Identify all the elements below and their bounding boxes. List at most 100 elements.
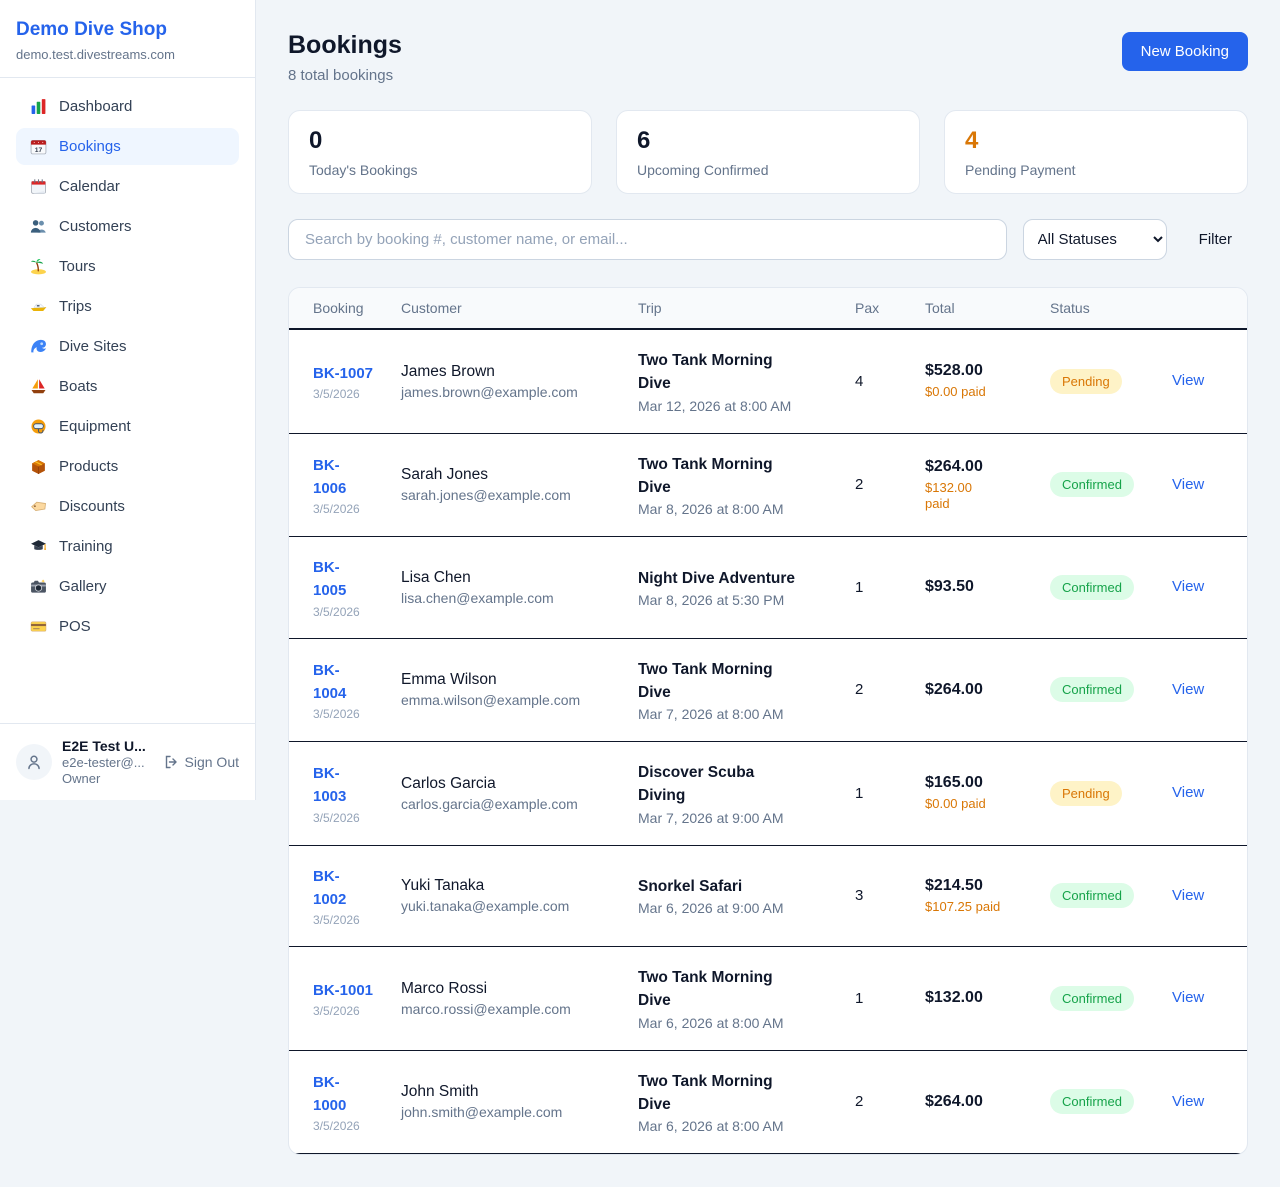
view-link[interactable]: View [1172, 372, 1204, 389]
trip-name: Two Tank Morning Dive [638, 453, 847, 500]
trip-datetime: Mar 6, 2026 at 8:00 AM [638, 1118, 847, 1134]
sidebar-item-label: Dive Sites [59, 338, 127, 355]
view-link[interactable]: View [1172, 1093, 1204, 1110]
wave-icon [30, 338, 47, 355]
booking-id-link[interactable]: BK- 1000 [313, 1071, 346, 1118]
sidebar-item[interactable]: Boats [16, 368, 239, 405]
shop-name[interactable]: Demo Dive Shop [16, 19, 239, 42]
pax-count: 2 [855, 1050, 925, 1154]
new-booking-button[interactable]: New Booking [1122, 32, 1248, 71]
customer-email: emma.wilson@example.com [401, 692, 630, 708]
customer-name: Emma Wilson [401, 671, 630, 689]
table-row: BK-1007 3/5/2026 James Brown james.brown… [289, 329, 1247, 433]
table-header-row: Booking Customer Trip Pax Total Status [289, 288, 1247, 329]
sidebar-item-label: Gallery [59, 578, 107, 595]
stat-card: 6 Upcoming Confirmed [616, 110, 920, 194]
total-amount: $214.50 [925, 877, 1042, 895]
booking-id-link[interactable]: BK- 1006 [313, 454, 346, 501]
sidebar-item[interactable]: Trips [16, 288, 239, 325]
customer-name: Sarah Jones [401, 466, 630, 484]
sidebar-item[interactable]: Tours [16, 248, 239, 285]
sidebar-item[interactable]: Products [16, 448, 239, 485]
sidebar-item[interactable]: Dashboard [16, 88, 239, 125]
paid-amount: $0.00 paid [925, 384, 1042, 400]
booking-date: 3/5/2026 [313, 387, 393, 401]
view-link[interactable]: View [1172, 681, 1204, 698]
trip-name: Two Tank Morning Dive [638, 349, 847, 396]
shop-domain: demo.test.divestreams.com [16, 47, 239, 62]
sidebar-item[interactable]: Customers [16, 208, 239, 245]
filters-row: All Statuses Filter [288, 219, 1248, 260]
booking-id-link[interactable]: BK- 1002 [313, 865, 346, 912]
stat-card: 0 Today's Bookings [288, 110, 592, 194]
sidebar-item[interactable]: Gallery [16, 568, 239, 605]
column-header-trip: Trip [638, 288, 855, 329]
view-link[interactable]: View [1172, 887, 1204, 904]
view-link[interactable]: View [1172, 578, 1204, 595]
sidebar-item[interactable]: Equipment [16, 408, 239, 445]
total-amount: $264.00 [925, 458, 1042, 476]
palm-island-icon [30, 258, 47, 275]
booking-id-link[interactable]: BK- 1004 [313, 659, 346, 706]
status-badge: Confirmed [1050, 883, 1134, 908]
speedboat-icon [30, 298, 47, 315]
customer-email: sarah.jones@example.com [401, 487, 630, 503]
svg-text:17: 17 [35, 147, 43, 154]
customer-email: james.brown@example.com [401, 384, 630, 400]
sidebar-item[interactable]: 17 Bookings [16, 128, 239, 165]
calendar-17-icon: 17 [30, 138, 47, 155]
paid-amount: $132.00 paid [925, 480, 1042, 513]
customer-email: john.smith@example.com [401, 1104, 630, 1120]
bookings-count: 8 total bookings [288, 67, 402, 84]
booking-id-link[interactable]: BK-1001 [313, 979, 373, 1002]
booking-id-link[interactable]: BK-1007 [313, 362, 373, 385]
sidebar-item-label: Boats [59, 378, 97, 395]
filter-button[interactable]: Filter [1183, 231, 1248, 248]
total-amount: $165.00 [925, 774, 1042, 792]
paid-amount: $0.00 paid [925, 796, 1042, 812]
booking-id-link[interactable]: BK- 1005 [313, 556, 346, 603]
user-email: e2e-tester@... [62, 755, 146, 770]
trip-name: Two Tank Morning Dive [638, 658, 847, 705]
customer-name: Marco Rossi [401, 980, 630, 998]
sidebar-item-label: Calendar [59, 178, 120, 195]
stat-label: Upcoming Confirmed [637, 162, 899, 178]
total-amount: $264.00 [925, 1093, 1042, 1111]
view-link[interactable]: View [1172, 989, 1204, 1006]
sidebar-item[interactable]: Discounts [16, 488, 239, 525]
customer-email: yuki.tanaka@example.com [401, 898, 630, 914]
sidebar-item[interactable]: Training [16, 528, 239, 565]
table-row: BK- 1004 3/5/2026 Emma Wilson emma.wilso… [289, 638, 1247, 742]
table-row: BK- 1005 3/5/2026 Lisa Chen lisa.chen@ex… [289, 537, 1247, 639]
table-row: BK- 1003 3/5/2026 Carlos Garcia carlos.g… [289, 742, 1247, 846]
sidebar-item-label: Trips [59, 298, 92, 315]
total-amount: $264.00 [925, 681, 1042, 699]
table-row: BK- 1006 3/5/2026 Sarah Jones sarah.jone… [289, 433, 1247, 537]
trip-datetime: Mar 12, 2026 at 8:00 AM [638, 398, 847, 414]
sidebar-item[interactable]: Calendar [16, 168, 239, 205]
trip-name: Two Tank Morning Dive [638, 1070, 847, 1117]
view-link[interactable]: View [1172, 476, 1204, 493]
status-filter-select[interactable]: All Statuses [1023, 219, 1167, 260]
page-header: Bookings 8 total bookings New Booking [288, 30, 1248, 84]
booking-date: 3/5/2026 [313, 707, 393, 721]
sidebar-item-label: Tours [59, 258, 96, 275]
column-header-pax: Pax [855, 288, 925, 329]
trip-datetime: Mar 6, 2026 at 9:00 AM [638, 900, 847, 916]
sidebar-item-label: POS [59, 618, 91, 635]
sign-out-button[interactable]: Sign Out [163, 754, 239, 770]
view-link[interactable]: View [1172, 784, 1204, 801]
main-content: Bookings 8 total bookings New Booking 0 … [256, 0, 1280, 1187]
search-input[interactable] [288, 219, 1007, 260]
sidebar-item-label: Dashboard [59, 98, 132, 115]
trip-datetime: Mar 8, 2026 at 5:30 PM [638, 592, 847, 608]
sidebar-item[interactable]: Dive Sites [16, 328, 239, 365]
total-amount: $132.00 [925, 989, 1042, 1007]
booking-id-link[interactable]: BK- 1003 [313, 762, 346, 809]
stat-value: 6 [637, 128, 899, 154]
status-badge: Confirmed [1050, 575, 1134, 600]
camera-icon [30, 578, 47, 595]
sidebar-item[interactable]: POS [16, 608, 239, 645]
user-role: Owner [62, 771, 146, 786]
trip-name: Snorkel Safari [638, 875, 847, 898]
